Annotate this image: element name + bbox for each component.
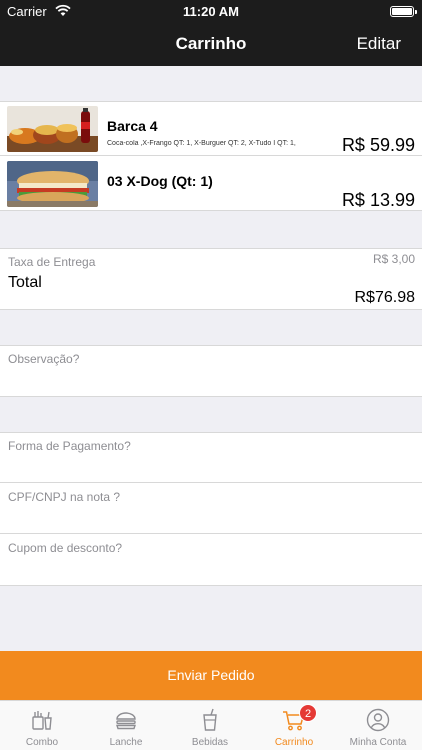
observation-field[interactable]: Observação? <box>0 346 422 396</box>
total-label: Total <box>8 274 42 291</box>
coupon-placeholder: Cupom de desconto? <box>8 541 123 555</box>
checkout-details-section: Forma de Pagamento? CPF/CNPJ na nota ? C… <box>0 432 422 586</box>
product-image-xdog <box>7 161 98 207</box>
cart-items-list: Barca 4 Coca-cola ,X-Frango QT: 1, X-Bur… <box>0 101 422 211</box>
clock: 11:20 AM <box>183 4 239 19</box>
delivery-fee-label: Taxa de Entrega <box>8 255 96 269</box>
tab-minha-conta[interactable]: Minha Conta <box>336 701 420 750</box>
tab-label: Combo <box>25 737 59 748</box>
order-totals: Taxa de Entrega R$ 3,00 Total R$76.98 <box>0 248 422 310</box>
cart-item-description: Coca-cola ,X-Frango QT: 1, X-Burguer QT:… <box>107 140 296 147</box>
tab-bar: Combo Lanche Bebidas 2 Carrinho Minha Co… <box>0 700 422 750</box>
drink-icon <box>203 708 217 731</box>
edit-button[interactable]: Editar <box>357 34 401 54</box>
cart-item-price: R$ 13.99 <box>341 190 415 210</box>
cpf-placeholder: CPF/CNPJ na nota ? <box>8 490 121 504</box>
total-value: R$76.98 <box>354 289 416 306</box>
tab-label: Bebidas <box>191 737 229 748</box>
cart-count-badge: 2 <box>299 704 317 722</box>
navigation-bar: Carrinho Editar <box>0 22 422 66</box>
cart-item[interactable]: 03 X-Dog (Qt: 1) R$ 13.99 <box>0 157 422 211</box>
tab-combo[interactable]: Combo <box>0 701 84 750</box>
delivery-fee-value: R$ 3,00 <box>372 252 415 266</box>
combo-icon <box>32 711 52 730</box>
cart-item-name: 03 X-Dog (Qt: 1) <box>107 173 213 189</box>
submit-order-button[interactable]: Enviar Pedido <box>0 651 422 700</box>
product-image-barca <box>7 106 98 152</box>
account-icon <box>366 708 390 732</box>
tab-lanche[interactable]: Lanche <box>84 701 168 750</box>
burger-icon <box>116 712 136 730</box>
tab-bebidas[interactable]: Bebidas <box>168 701 252 750</box>
payment-method-field[interactable]: Forma de Pagamento? <box>0 433 422 483</box>
cart-item[interactable]: Barca 4 Coca-cola ,X-Frango QT: 1, X-Bur… <box>0 102 422 156</box>
observation-section: Observação? <box>0 345 422 397</box>
coupon-field[interactable]: Cupom de desconto? <box>0 535 422 585</box>
observation-placeholder: Observação? <box>8 352 80 366</box>
cpf-field[interactable]: CPF/CNPJ na nota ? <box>0 484 422 534</box>
payment-method-placeholder: Forma de Pagamento? <box>8 439 131 453</box>
cart-item-name: Barca 4 <box>107 118 158 134</box>
tab-label: Lanche <box>109 737 143 748</box>
battery-icon <box>390 6 417 17</box>
status-bar: Carrier 11:20 AM <box>0 0 422 22</box>
cart-item-price: R$ 59.99 <box>341 135 415 155</box>
tab-label: Minha Conta <box>349 737 407 748</box>
tab-label: Carrinho <box>274 737 314 748</box>
tab-carrinho[interactable]: 2 Carrinho <box>252 701 336 750</box>
